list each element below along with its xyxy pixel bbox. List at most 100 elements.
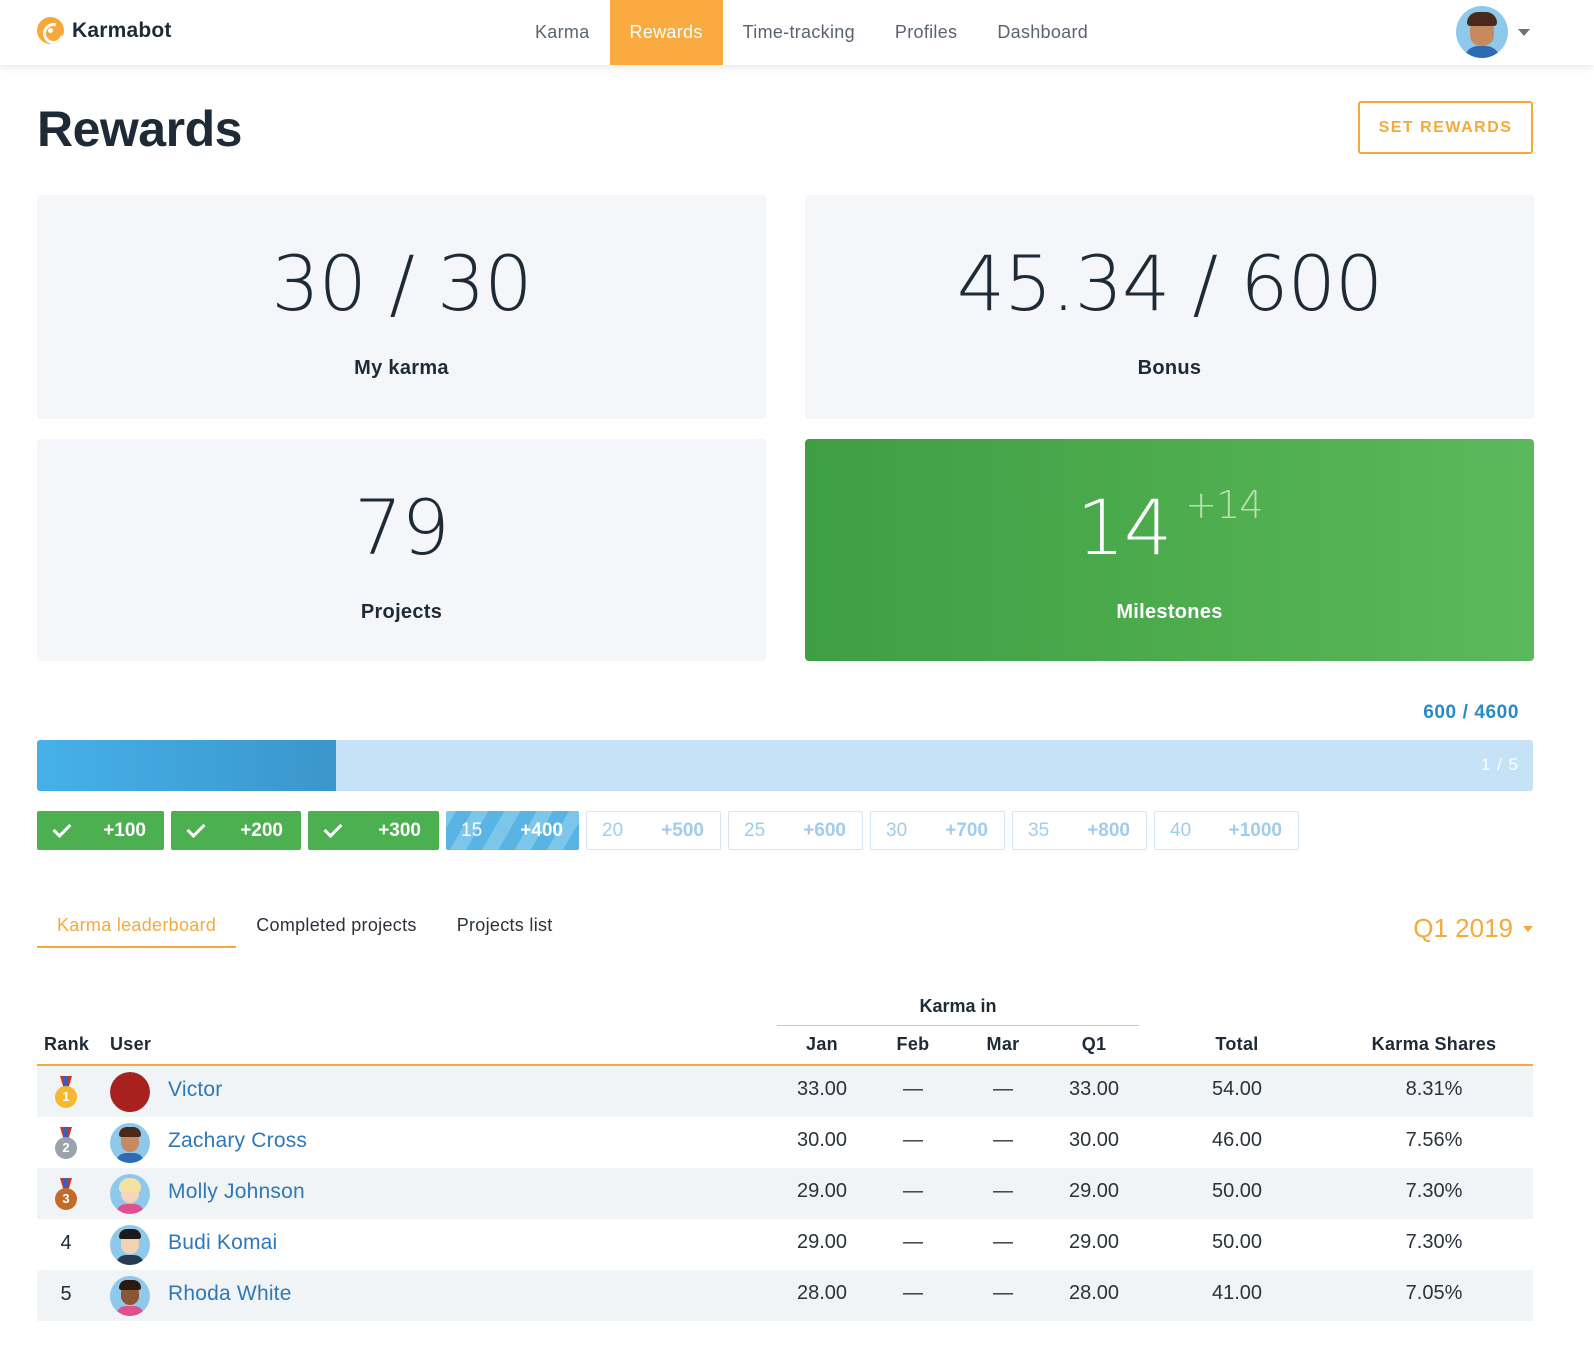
milestone-item: 20 +500 [586,811,721,850]
avatar[interactable] [110,1276,150,1316]
check-icon [323,818,343,839]
cell-shares: 8.31% [1405,1078,1463,1100]
cell-jan: 28.00 [796,1282,848,1304]
th-total: Total [1215,1034,1259,1054]
avatar[interactable] [110,1123,150,1163]
cell-shares: 7.56% [1405,1129,1463,1151]
top-navbar: Karmabot Karma Rewards Time-tracking Pro… [0,0,1594,65]
page-title: Rewards [37,101,242,157]
cell-jan: 29.00 [796,1180,848,1202]
milestone-count: 15 [461,819,483,841]
cell-total: 41.00 [1211,1282,1263,1304]
milestone-amount: +200 [240,819,283,841]
cell-feb: — [903,1078,923,1100]
bonus-value: 45.34 / 600 [956,239,1384,328]
rank-number: 5 [60,1283,72,1305]
milestone-item: +200 [171,811,301,850]
th-user: User [110,1034,152,1054]
cell-total: 50.00 [1211,1180,1263,1202]
app-name: Karmabot [72,18,172,42]
my-karma-label: My karma [354,357,449,379]
cell-mar: — [993,1078,1013,1100]
milestone-item: 30 +700 [870,811,1005,850]
milestone-count: 25 [744,819,766,841]
avatar[interactable] [110,1174,150,1214]
milestone-list: +100 +200 +300 15 +400 20 +500 25 +600 3… [37,811,1299,850]
user-link[interactable]: Molly Johnson [168,1180,305,1204]
gold-medal-icon: 1 [54,1076,78,1108]
nav-item-karma[interactable]: Karma [515,0,610,65]
th-karma-shares: Karma Shares [1371,1034,1497,1054]
main-nav: Karma Rewards Time-tracking Profiles Das… [515,0,1108,65]
progress-amount: 600 / 4600 [1423,702,1519,723]
milestone-amount: +400 [520,819,563,841]
user-link[interactable]: Rhoda White [168,1282,292,1306]
milestone-amount: +1000 [1228,819,1282,841]
nav-item-time-tracking[interactable]: Time-tracking [723,0,875,65]
cell-jan: 29.00 [796,1231,848,1253]
leaderboard-tabs: Karma leaderboard Completed projects Pro… [37,905,573,948]
cell-q1: 33.00 [1068,1078,1120,1100]
app-logo[interactable]: Karmabot [37,17,172,44]
cell-q1: 29.00 [1068,1180,1120,1202]
milestones-value-wrap: 14 +14 [805,483,1534,572]
cell-total: 50.00 [1211,1231,1263,1253]
th-mar: Mar [986,1034,1020,1054]
bonus-card: 45.34 / 600 Bonus [805,195,1534,419]
cell-jan: 33.00 [796,1078,848,1100]
milestone-item: +300 [308,811,439,850]
set-rewards-button[interactable]: SET REWARDS [1358,101,1533,154]
cell-total: 46.00 [1211,1129,1263,1151]
my-karma-card: 30 / 30 My karma [37,195,766,419]
user-link[interactable]: Zachary Cross [168,1129,307,1153]
avatar[interactable] [110,1225,150,1265]
my-karma-value: 30 / 30 [271,239,532,328]
rank-number: 4 [60,1232,72,1254]
milestones-value: 14 [1076,483,1173,572]
milestone-amount: +100 [103,819,146,841]
tab-completed-projects[interactable]: Completed projects [236,905,436,948]
nav-item-rewards[interactable]: Rewards [609,0,723,65]
karmabot-logo-icon [37,17,64,44]
table-row: 5 Rhoda White 28.00 — — 28.00 41.00 7.05… [37,1270,1533,1321]
tab-projects-list[interactable]: Projects list [437,905,573,948]
milestone-count: 20 [602,819,624,841]
bonus-label: Bonus [1137,357,1202,379]
th-feb: Feb [896,1034,930,1054]
milestone-item: 35 +800 [1012,811,1147,850]
bronze-medal-icon: 3 [54,1178,78,1210]
cell-q1: 28.00 [1068,1282,1120,1304]
projects-card: 79 Projects [37,439,766,661]
chevron-down-icon[interactable] [1518,28,1530,36]
cell-feb: — [903,1180,923,1202]
th-q1: Q1 [1081,1034,1107,1054]
avatar[interactable] [110,1072,150,1112]
check-icon [52,818,72,839]
milestone-amount: +500 [661,819,704,841]
cell-mar: — [993,1282,1013,1304]
milestones-delta: +14 [1185,483,1263,527]
th-jan: Jan [806,1034,838,1054]
user-link[interactable]: Victor [168,1078,223,1102]
period-label: Q1 2019 [1413,913,1513,943]
nav-item-profiles[interactable]: Profiles [875,0,977,65]
progress-steps: 1 / 5 [1480,755,1519,774]
table-row: 2 Zachary Cross 30.00 — — 30.00 46.00 7.… [37,1117,1533,1168]
tab-karma-leaderboard[interactable]: Karma leaderboard [37,905,237,948]
milestone-progress-bar: 1 / 5 [37,740,1533,791]
progress-fill [37,740,337,791]
nav-item-dashboard[interactable]: Dashboard [977,0,1108,65]
milestone-item-current: 15 +400 [446,811,579,850]
cell-jan: 30.00 [796,1129,848,1151]
cell-mar: — [993,1180,1013,1202]
period-select[interactable]: Q1 2019 [1413,913,1533,944]
avatar[interactable] [1456,6,1508,58]
cell-mar: — [993,1129,1013,1151]
divider [777,1025,1139,1026]
user-link[interactable]: Budi Komai [168,1231,277,1255]
table-row: 1 Victor 33.00 — — 33.00 54.00 8.31% [37,1066,1533,1117]
cell-shares: 7.05% [1405,1282,1463,1304]
milestone-count: 35 [1028,819,1050,841]
user-menu[interactable] [1456,6,1530,58]
cell-total: 54.00 [1211,1078,1263,1100]
